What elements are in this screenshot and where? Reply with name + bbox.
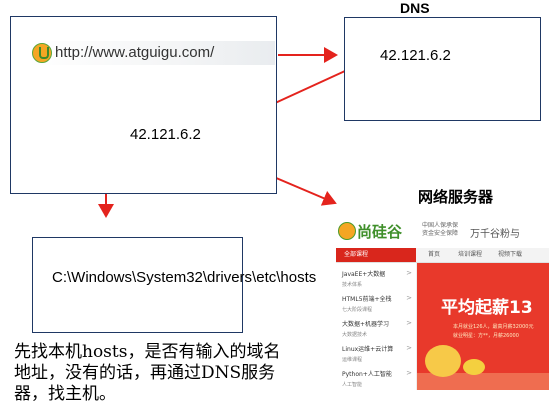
coin-icon [463, 359, 485, 375]
site-subtitle: 中国人保承保 资金安全保障 [422, 222, 459, 237]
chevron-right-icon: > [406, 294, 412, 302]
brand-logo-icon [338, 222, 356, 240]
pig-mascot-icon [425, 345, 461, 377]
description: 先找本机hosts，是否有输入的域名地址，没有的话，再通过DNS服务器，找主机。 [14, 342, 281, 404]
nav-item-downloads[interactable]: 视频下载 [498, 248, 522, 262]
nav-category[interactable]: 全部课程 [336, 248, 416, 262]
menu-item-title: 大数据+机器学习 [342, 321, 390, 328]
menu-item-sub: 七大阶段课程 [342, 307, 373, 313]
menu-item-sub: 运维课程 [342, 357, 363, 363]
course-menu: JavaEE+大数据 技术体系 > HTML5前端+全栈 七大阶段课程 > 大数… [336, 263, 417, 390]
dns-ip: 42.121.6.2 [380, 47, 451, 64]
menu-item[interactable]: JavaEE+大数据 技术体系 > [342, 269, 414, 294]
site-brand: 尚硅谷 [357, 223, 403, 241]
menu-item[interactable]: HTML5前端+全栈 七大阶段课程 > [342, 294, 414, 319]
menu-item-title: JavaEE+大数据 [342, 271, 386, 278]
menu-item[interactable]: Python+人工智能 人工智能 > [342, 369, 414, 390]
menu-item-title: Linux运维+云计算 [342, 346, 394, 353]
chevron-right-icon: > [406, 344, 412, 352]
address-bar[interactable]: http://www.atguigu.com/ [28, 41, 275, 65]
chevron-right-icon: > [406, 319, 412, 327]
dns-server-box [344, 17, 541, 121]
site-header: 尚硅谷 中国人保承保 资金安全保障 万千谷粉与 [336, 218, 549, 246]
menu-item[interactable]: 大数据+机器学习 大数据技术 > [342, 319, 414, 344]
banner-details: 本月就业126人，最高月薪32000元 就业明星：方**，月薪26000 [453, 323, 533, 341]
chevron-right-icon: > [406, 269, 412, 277]
banner-headline: 平均起薪13 [441, 298, 533, 318]
url-text: http://www.atguigu.com/ [55, 44, 215, 61]
site-nav: 全部课程 首页 培训课程 视频下载 [336, 248, 549, 263]
website-screenshot: 尚硅谷 中国人保承保 资金安全保障 万千谷粉与 全部课程 首页 培训课程 视频下… [336, 218, 549, 390]
promo-banner[interactable]: 平均起薪13 本月就业126人，最高月薪32000元 就业明星：方**，月薪26… [417, 263, 549, 390]
menu-item[interactable]: Linux运维+云计算 运维课程 > [342, 344, 414, 369]
banner-line-2: 就业明星：方**，月薪26000 [453, 333, 519, 339]
dns-title: DNS [400, 0, 430, 16]
hosts-path: C:\Windows\System32\drivers\etc\hosts [52, 269, 317, 286]
web-server-title: 网络服务器 [418, 188, 494, 206]
chevron-right-icon: > [406, 369, 412, 377]
site-slogan: 万千谷粉与 [470, 229, 520, 240]
menu-item-sub: 大数据技术 [342, 332, 368, 338]
menu-item-title: HTML5前端+全栈 [342, 296, 392, 303]
nav-item-home[interactable]: 首页 [428, 248, 440, 262]
site-logo-icon [32, 43, 52, 63]
menu-item-title: Python+人工智能 [342, 371, 392, 378]
resolved-ip: 42.121.6.2 [130, 126, 201, 143]
menu-item-sub: 技术体系 [342, 282, 363, 288]
menu-item-sub: 人工智能 [342, 382, 363, 388]
banner-line-1: 本月就业126人，最高月薪32000元 [453, 324, 534, 330]
nav-item-courses[interactable]: 培训课程 [458, 248, 482, 262]
